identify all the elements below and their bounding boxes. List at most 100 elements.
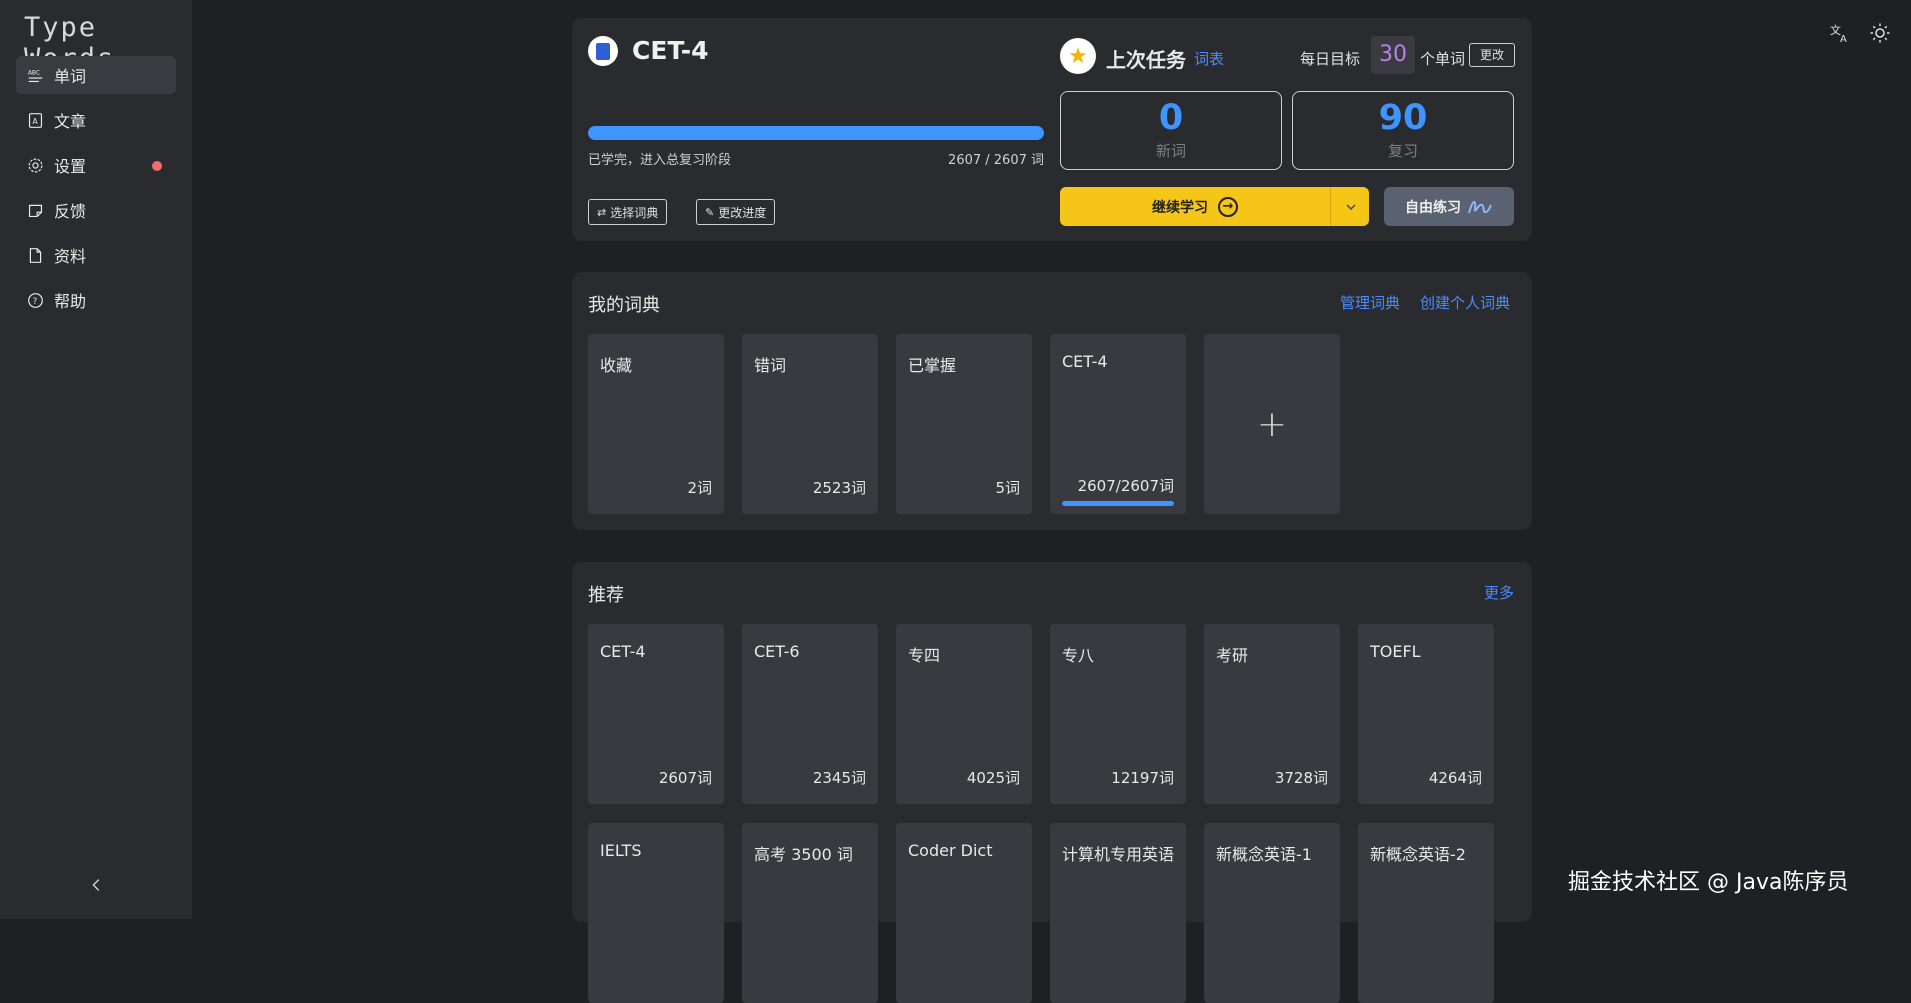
dict-name: CET-4 <box>1062 352 1108 371</box>
dict-tile-cet4[interactable]: CET-4 2607/2607词 <box>1050 334 1186 514</box>
dict-name: 错词 <box>754 356 787 375</box>
dict-count: 2607词 <box>658 769 712 787</box>
manage-dicts-link[interactable]: 管理词典 <box>1340 292 1400 313</box>
continue-options-dropdown[interactable] <box>1330 187 1370 226</box>
chevron-down-icon <box>1345 203 1356 210</box>
sidebar-item-settings[interactable]: 设置 <box>16 146 176 184</box>
recommend-tile-nce1[interactable]: 新概念英语-1 <box>1204 823 1340 1003</box>
dict-count: 3728词 <box>1274 769 1328 787</box>
star-icon: ★ <box>1060 38 1096 74</box>
recommend-tile-nce2[interactable]: 新概念英语-2 <box>1358 823 1494 1003</box>
dict-name: Coder Dict <box>908 841 993 860</box>
gear-icon <box>26 156 44 174</box>
dict-name: 考研 <box>1216 646 1249 665</box>
arrow-right-icon: → <box>1218 196 1238 217</box>
daily-goal-value: 30 <box>1371 36 1415 74</box>
change-progress-button[interactable]: ✎ 更改进度 <box>696 199 776 225</box>
recommend-tile-gaokao[interactable]: 高考 3500 词 <box>742 823 878 1003</box>
progress-status-text: 已学完，进入总复习阶段 <box>588 153 732 168</box>
continue-learning-button[interactable]: 继续学习 → <box>1060 187 1369 226</box>
book-progress-fill <box>588 126 1044 140</box>
dict-count: 4025词 <box>966 769 1020 787</box>
dict-name: 已掌握 <box>908 356 957 375</box>
select-dict-button[interactable]: ⇄ 选择词典 <box>588 199 668 225</box>
sidebar-item-help[interactable]: ? 帮助 <box>16 281 176 319</box>
dict-count: 2607/2607词 <box>1077 477 1174 495</box>
dict-name: CET-4 <box>600 642 646 661</box>
sidebar-item-label: 文章 <box>54 112 87 131</box>
sidebar-item-feedback[interactable]: 反馈 <box>16 191 176 229</box>
sidebar-item-label: 资料 <box>54 247 87 266</box>
continue-learning-main[interactable]: 继续学习 → <box>1060 187 1330 226</box>
last-task-title: 上次任务 <box>1106 48 1186 72</box>
recommend-tile-kaoyan[interactable]: 考研 3728词 <box>1204 624 1340 804</box>
squiggle-icon <box>1468 200 1492 213</box>
svg-text:A: A <box>32 116 38 125</box>
current-book-card: CET-4 已学完，进入总复习阶段 2607 / 2607 词 ⇄ 选择词典 ✎… <box>572 18 1532 241</box>
swap-icon: ⇄ <box>597 205 607 219</box>
recommend-title: 推荐 <box>588 585 624 606</box>
recommend-card: 推荐 更多 CET-4 2607词 CET-6 2345词 专四 4025词 专… <box>572 562 1532 1003</box>
dict-count: 2345词 <box>812 769 866 787</box>
dict-name: TOEFL <box>1370 642 1421 661</box>
recommend-tile-ielts[interactable]: IELTS <box>588 823 724 1003</box>
sidebar-item-label: 帮助 <box>54 292 87 311</box>
abc-icon: ABC <box>26 66 44 84</box>
daily-goal-label: 每日目标 <box>1300 50 1361 68</box>
recommend-tile-toefl[interactable]: TOEFL 4264词 <box>1358 624 1494 804</box>
help-icon: ? <box>26 291 44 309</box>
review-stat: 90 复习 <box>1292 91 1514 170</box>
feedback-icon <box>26 201 44 219</box>
dict-count: 2词 <box>687 479 712 497</box>
svg-text:A: A <box>1840 34 1847 44</box>
watermark: 掘金技术社区 @ Java陈序员 <box>1568 870 1849 895</box>
sidebar-item-words[interactable]: ABC 单词 <box>16 56 176 94</box>
dict-progress-fill <box>1062 501 1174 506</box>
new-words-label: 新词 <box>1155 142 1186 160</box>
dict-tile-wrong-words[interactable]: 错词 2523词 <box>742 334 878 514</box>
sidebar-item-label: 单词 <box>54 67 87 86</box>
recommend-tile-tem8[interactable]: 专八 12197词 <box>1050 624 1186 804</box>
book-progress-bar <box>588 126 1044 140</box>
my-dicts-card: 我的词典 管理词典 创建个人词典 收藏 2词 错词 2523词 已掌握 5词 C… <box>572 272 1532 530</box>
recommend-tile-tem4[interactable]: 专四 4025词 <box>896 624 1032 804</box>
sidebar-item-resources[interactable]: 资料 <box>16 236 176 274</box>
dict-count: 5词 <box>995 479 1020 497</box>
recommend-tile-computer-english[interactable]: 计算机专用英语 <box>1050 823 1186 1003</box>
dict-name: 专四 <box>908 646 941 665</box>
create-dict-link[interactable]: 创建个人词典 <box>1420 292 1510 313</box>
recommend-tile-coder-dict[interactable]: Coder Dict <box>896 823 1032 1003</box>
change-goal-button[interactable]: 更改 <box>1469 43 1515 67</box>
dict-tile-favorites[interactable]: 收藏 2词 <box>588 334 724 514</box>
dict-count: 12197词 <box>1111 769 1174 787</box>
sidebar: Type Words ABC 单词 A 文章 设置 反馈 <box>0 0 192 919</box>
translate-icon[interactable]: 文A <box>1829 22 1851 45</box>
dict-name: CET-6 <box>754 642 800 661</box>
progress-count: 2607 / 2607 词 <box>948 153 1044 168</box>
file-icon <box>26 246 44 264</box>
article-icon: A <box>26 111 44 129</box>
book-icon <box>588 36 618 66</box>
theme-sun-icon[interactable] <box>1869 22 1891 44</box>
recommend-tile-cet4[interactable]: CET-4 2607词 <box>588 624 724 804</box>
dict-name: 新概念英语-2 <box>1370 845 1466 864</box>
collapse-sidebar-icon[interactable] <box>88 876 106 894</box>
recommend-tile-cet6[interactable]: CET-6 2345词 <box>742 624 878 804</box>
current-book-title: CET-4 <box>632 36 709 65</box>
svg-text:?: ? <box>32 296 37 306</box>
new-words-count: 0 <box>1158 98 1184 138</box>
dict-name: 收藏 <box>600 356 633 375</box>
dict-name: 新概念英语-1 <box>1216 845 1312 864</box>
sidebar-item-articles[interactable]: A 文章 <box>16 101 176 139</box>
svg-text:ABC: ABC <box>27 69 39 76</box>
free-practice-label: 自由练习 <box>1405 199 1461 216</box>
add-dict-tile[interactable]: + <box>1204 334 1340 514</box>
wordlist-link[interactable]: 词表 <box>1194 48 1224 69</box>
plus-icon: + <box>1256 403 1288 445</box>
more-link[interactable]: 更多 <box>1484 582 1514 603</box>
notification-badge <box>152 161 162 171</box>
review-count: 90 <box>1378 98 1428 138</box>
dict-tile-mastered[interactable]: 已掌握 5词 <box>896 334 1032 514</box>
dict-name: 高考 3500 词 <box>754 845 853 864</box>
free-practice-button[interactable]: 自由练习 <box>1384 187 1514 226</box>
